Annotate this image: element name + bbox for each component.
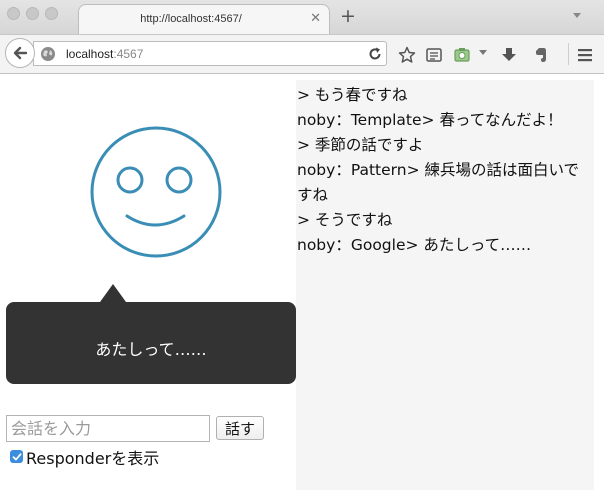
character-pane: あたしって…… 話す Responderを表示 — [0, 80, 296, 490]
log-line: > そうですね — [297, 211, 393, 229]
responder-checkbox[interactable] — [10, 450, 23, 463]
url-bar[interactable]: localhost:4567 — [33, 41, 387, 66]
log-line: noby：Google> あたしって…… — [297, 236, 532, 254]
tab-localhost[interactable]: http://localhost:4567/ ✕ — [78, 4, 330, 34]
conversation-log: > もう春ですね noby：Template> 春ってなんだよ！ > 季節の話ですよ… — [296, 80, 594, 490]
reading-list-icon[interactable] — [425, 46, 443, 64]
close-window-icon[interactable] — [7, 7, 20, 20]
checkmark-icon — [12, 452, 21, 460]
log-line: noby：Pattern> 練兵場の話は面白いですね — [297, 161, 580, 204]
new-tab-button[interactable]: + — [340, 5, 356, 27]
log-line: > 季節の話ですよ — [297, 136, 424, 154]
zoom-window-icon[interactable] — [45, 7, 58, 20]
log-line: noby：Template> 春ってなんだよ！ — [297, 111, 563, 129]
smiley-face-icon — [90, 126, 222, 258]
page-content: あたしって…… 話す Responderを表示 > もう春ですね noby：Tem… — [0, 80, 604, 490]
url-port: :4567 — [113, 47, 144, 61]
tab-close-icon[interactable]: ✕ — [310, 11, 321, 26]
evernote-icon[interactable] — [532, 46, 550, 64]
speech-bubble-tail — [100, 284, 126, 302]
navigation-toolbar: localhost:4567 — [0, 34, 604, 74]
speech-bubble: あたしって…… — [6, 302, 296, 384]
url-text: localhost:4567 — [66, 47, 143, 61]
responder-checkbox-label[interactable]: Responderを表示 — [26, 445, 159, 469]
screenshot-icon[interactable] — [453, 46, 471, 64]
log-line: > もう春ですね — [297, 86, 408, 104]
download-icon[interactable] — [500, 46, 518, 64]
dropdown-arrow-icon[interactable] — [479, 50, 487, 55]
speech-bubble-text: あたしって…… — [95, 340, 207, 359]
reload-icon[interactable] — [366, 45, 384, 63]
back-button[interactable] — [5, 38, 35, 68]
toolbar-separator — [568, 43, 569, 65]
minimize-window-icon[interactable] — [26, 7, 39, 20]
tab-list-menu-icon[interactable] — [573, 13, 581, 18]
tab-title: http://localhost:4567/ — [140, 13, 242, 25]
globe-icon — [41, 47, 55, 61]
talk-button[interactable]: 話す — [216, 416, 264, 440]
chat-input[interactable] — [6, 415, 210, 442]
star-icon[interactable] — [398, 46, 416, 64]
url-host: localhost — [66, 47, 114, 61]
page-margin — [594, 80, 604, 490]
menu-icon[interactable] — [576, 46, 594, 64]
tab-strip: http://localhost:4567/ ✕ + — [0, 0, 604, 34]
back-arrow-icon — [13, 46, 28, 60]
browser-chrome: http://localhost:4567/ ✕ + localhost:456… — [0, 0, 604, 80]
